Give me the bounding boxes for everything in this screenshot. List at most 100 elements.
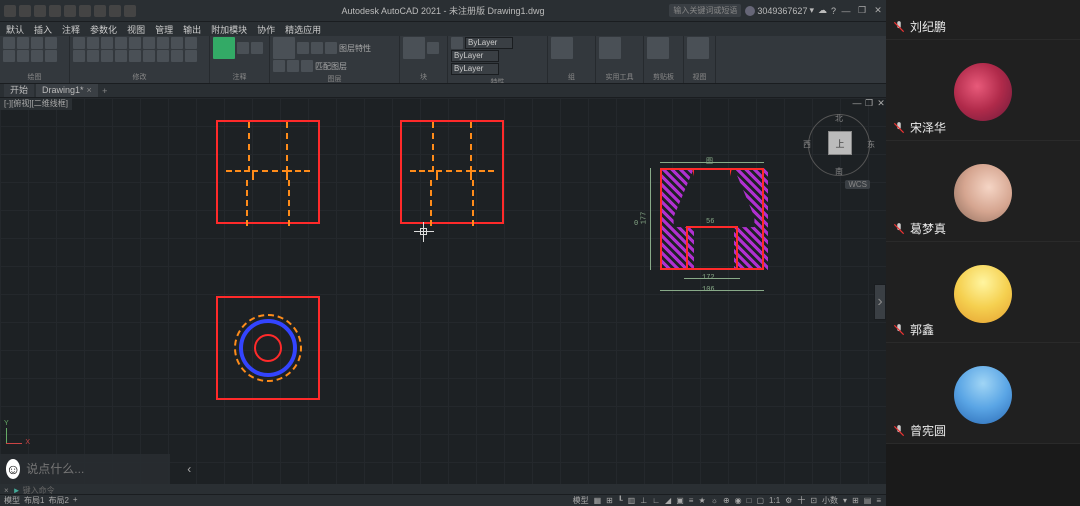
mod-icon[interactable] [143,37,155,49]
mod-icon[interactable] [171,50,183,62]
tab-close-icon[interactable]: × [87,85,92,96]
layer-icon[interactable] [273,60,285,72]
gear-icon[interactable]: ⚙ [784,496,793,505]
measure-icon[interactable] [599,37,621,59]
tool-icon[interactable]: ★ [697,496,706,505]
maximize-button[interactable]: ❐ [856,5,868,17]
ribbon-tab[interactable]: 精选应用 [285,23,321,36]
tool-icon[interactable]: ▣ [675,496,685,505]
qat-icon[interactable] [79,5,91,17]
layer-icon[interactable] [311,42,323,54]
polyline-icon[interactable] [17,37,29,49]
viewcube-face[interactable]: 上 [828,131,852,155]
status-toggles[interactable]: 模型 ▦ ⊞ ┖ ▥ ⊥ ∟ ◢ ▣ ≡ ★ ☼ ⊕ ◉ □ ▢ 1:1 ⚙ 十… [572,495,886,506]
mod-icon[interactable] [115,37,127,49]
mod-icon[interactable] [185,50,197,62]
canvas-min-icon[interactable]: — [852,98,862,108]
draw-icon[interactable] [17,50,29,62]
user-account[interactable]: 3049367627▾ [745,5,814,16]
status-model[interactable]: 模型 [572,495,590,506]
tool-icon[interactable]: ☼ [710,496,719,505]
mod-icon[interactable] [129,37,141,49]
match-icon[interactable] [451,37,463,49]
drawing-canvas[interactable]: [-][俯视][二维线框] — ❐ ✕ [0,98,886,506]
layout-tab-model[interactable]: 模型 [4,495,20,506]
dim-icon[interactable] [237,42,249,54]
ribbon-tab[interactable]: 协作 [257,23,275,36]
units-label[interactable]: 小数 [821,495,839,506]
status-bar[interactable]: 模型 布局1 布局2 + 模型 ▦ ⊞ ┖ ▥ ⊥ ∟ ◢ ▣ ≡ ★ ☼ ⊕ … [0,494,886,506]
tool-icon[interactable]: □ [746,496,753,505]
layer-icon[interactable] [287,60,299,72]
mod-icon[interactable] [143,50,155,62]
ribbon-tab[interactable]: 管理 [155,23,173,36]
table-icon[interactable] [251,42,263,54]
tool-icon[interactable]: ▢ [755,496,765,505]
tool-icon[interactable]: ⊞ [851,496,860,505]
layer-icon[interactable] [301,60,313,72]
grid-icon[interactable]: ▦ [593,496,603,505]
mod-icon[interactable] [185,37,197,49]
participant-tile[interactable]: 刘纪鹏 [886,0,1080,40]
qat-icon[interactable] [64,5,76,17]
emoji-icon[interactable]: ☺ [6,459,20,479]
viewcube[interactable]: 北 西 东 南 上 WCS [808,114,870,176]
layer-icon[interactable] [325,42,337,54]
layout-tab[interactable]: 布局2 [48,495,68,506]
customize-icon[interactable]: ≡ [875,496,882,505]
draw-icon[interactable] [45,50,57,62]
mod-icon[interactable] [157,50,169,62]
help-icon[interactable]: ? [831,6,836,16]
tool-icon[interactable]: ⊕ [722,496,731,505]
minimize-button[interactable]: — [840,5,852,17]
insert-block-icon[interactable] [403,37,425,59]
tool-icon[interactable]: ◉ [734,496,743,505]
group-icon[interactable] [551,37,573,59]
participant-tile[interactable]: 葛梦真 [886,141,1080,242]
tab-add[interactable]: + [100,86,110,96]
qat-icon[interactable] [49,5,61,17]
tool-icon[interactable]: ≡ [688,496,695,505]
participant-tile[interactable]: 曾宪圆 [886,343,1080,444]
copy-icon[interactable] [73,50,85,62]
layout-add[interactable]: + [73,495,78,506]
drawing-object[interactable] [216,120,320,224]
chat-input-bar[interactable]: ☺ ‹ [0,454,170,484]
line-icon[interactable] [3,37,15,49]
canvas-window-controls[interactable]: — ❐ ✕ [852,98,886,108]
trim-icon[interactable] [101,37,113,49]
chat-collapse-icon[interactable]: ‹ [187,462,191,476]
ribbon-tab[interactable]: 插入 [34,23,52,36]
viewport-label[interactable]: [-][俯视][二维线框] [0,98,72,110]
tab-drawing1[interactable]: Drawing1*× [36,84,98,97]
scale-label[interactable]: 1:1 [768,496,781,505]
polar-icon[interactable]: ▥ [627,496,637,505]
fillet-icon[interactable] [101,50,113,62]
participant-tile[interactable]: 郭鑫 [886,242,1080,343]
viewcube-north[interactable]: 北 [835,113,843,124]
ribbon-tabs[interactable]: 默认 插入 注释 参数化 视图 管理 输出 附加模块 协作 精选应用 [0,22,886,36]
mod-icon[interactable] [171,37,183,49]
draw-icon[interactable] [3,50,15,62]
ribbon-tab[interactable]: 输出 [183,23,201,36]
tool-icon[interactable]: ▤ [863,496,873,505]
quick-access-toolbar[interactable] [0,5,140,17]
qat-icon[interactable] [4,5,16,17]
mod-icon[interactable] [115,50,127,62]
viewcube-east[interactable]: 东 [867,139,875,150]
text-icon[interactable] [213,37,235,59]
document-tabs[interactable]: 开始 Drawing1*× + [0,84,886,98]
ribbon-tab[interactable]: 视图 [127,23,145,36]
close-button[interactable]: ✕ [872,5,884,17]
view-icon[interactable] [687,37,709,59]
osnap-icon[interactable]: ∟ [651,496,661,505]
rotate-icon[interactable] [87,37,99,49]
ribbon-tab[interactable]: 附加模块 [211,23,247,36]
viewcube-south[interactable]: 南 [835,166,843,177]
layer-icon[interactable] [297,42,309,54]
ribbon-tab[interactable]: 注释 [62,23,80,36]
chevron-down-icon[interactable]: ▾ [842,496,848,505]
paste-icon[interactable] [647,37,669,59]
drawing-object[interactable] [216,296,320,400]
mirror-icon[interactable] [87,50,99,62]
